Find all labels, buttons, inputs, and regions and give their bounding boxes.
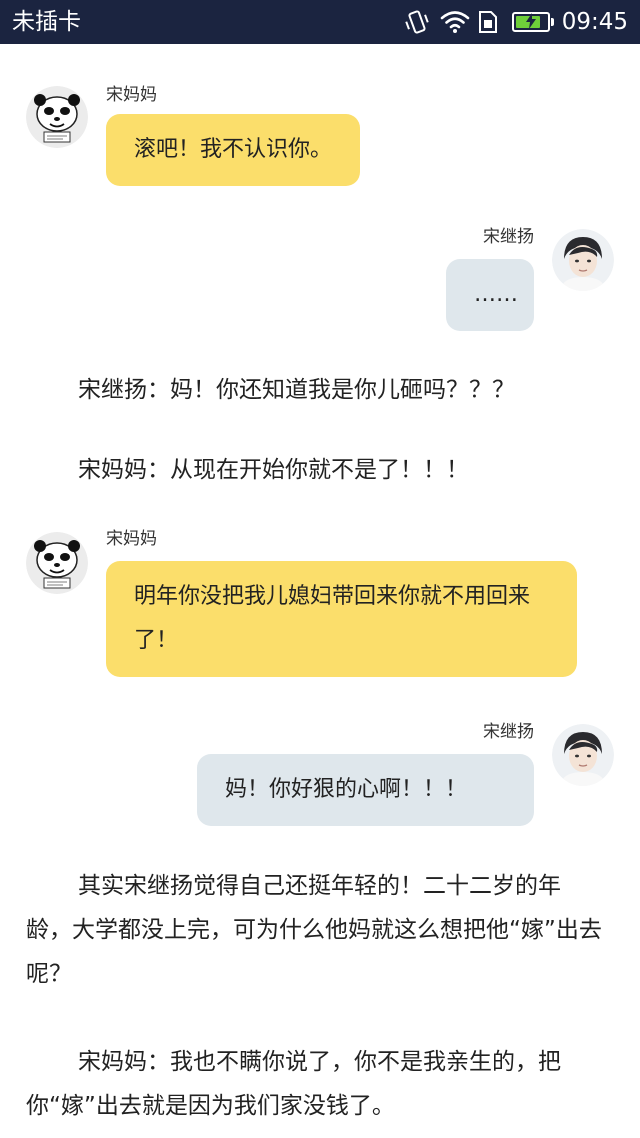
clock: 09:45 xyxy=(561,9,628,35)
message-bubble-right[interactable]: 妈！你好狠的心啊！！！ xyxy=(197,754,534,826)
panda-meme-avatar[interactable] xyxy=(26,86,88,148)
wifi-icon xyxy=(440,9,470,35)
narration-paragraph: 宋妈妈：我也不瞒你说了，你不是我亲生的，把你“嫁”出去就是因为我们家没钱了。 xyxy=(26,1049,561,1119)
panda-meme-avatar[interactable] xyxy=(26,532,88,594)
message-bubble-left[interactable]: 滚吧！我不认识你。 xyxy=(106,114,361,186)
status-icons: 09:45 xyxy=(404,7,628,37)
sender-name: 宋妈妈 xyxy=(106,529,157,549)
vibrate-icon xyxy=(404,9,430,35)
sim-card-icon xyxy=(476,9,502,35)
battery-icon xyxy=(511,12,554,32)
narration-paragraph: 宋妈妈：从现在开始你就不是了！！！ xyxy=(78,457,469,483)
chat-content[interactable]: 宋妈妈 滚吧！我不认识你。 宋继扬 …… 宋继扬：妈！你还知道我是你儿砸吗？？？… xyxy=(0,44,640,1138)
message-bubble-left[interactable]: 明年你没把我儿媳妇带回来你就不用回来了！ xyxy=(106,561,577,677)
boy-avatar[interactable] xyxy=(552,724,614,786)
charging-bolt-icon xyxy=(525,13,536,29)
narration-paragraph: 宋继扬：妈！你还知道我是你儿砸吗？？？ xyxy=(78,377,515,403)
sender-name: 宋妈妈 xyxy=(106,85,157,105)
boy-avatar[interactable] xyxy=(552,229,614,291)
status-bar: 未插卡 09:45 xyxy=(0,0,640,44)
sender-name: 宋继扬 xyxy=(483,227,534,247)
carrier-label: 未插卡 xyxy=(12,9,81,35)
sender-name: 宋继扬 xyxy=(483,722,534,742)
message-bubble-right[interactable]: …… xyxy=(446,259,534,331)
narration-paragraph: 其实宋继扬觉得自己还挺年轻的！二十二岁的年龄，大学都没上完，可为什么他妈就这么想… xyxy=(26,873,602,987)
